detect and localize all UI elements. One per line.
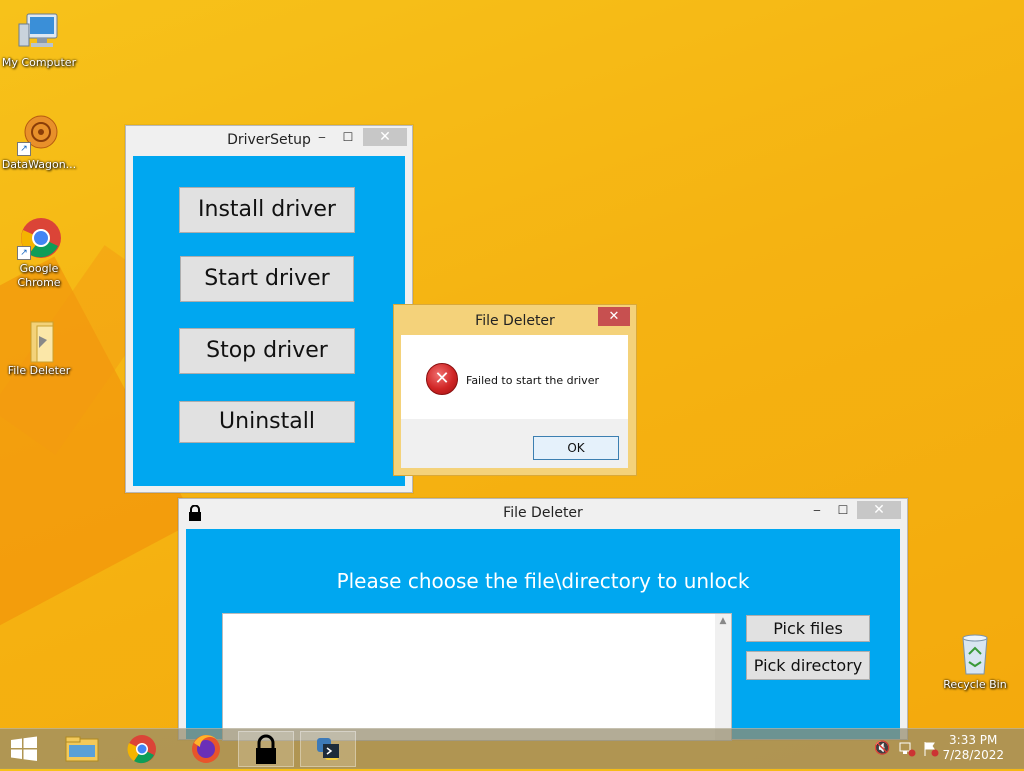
close-button[interactable]: ✕ [363, 128, 407, 146]
driver-setup-client: Install driver Start driver Stop driver … [133, 156, 405, 486]
desktop-icon-label: Google Chrome [17, 262, 61, 289]
file-list[interactable]: ▲ [222, 613, 732, 741]
file-explorer-icon [65, 736, 99, 762]
maximize-button[interactable]: ☐ [835, 501, 851, 519]
file-deleter-titlebar[interactable]: File Deleter ‒ ☐ ✕ [179, 499, 907, 527]
firefox-icon [192, 735, 220, 763]
maximize-button[interactable]: ☐ [340, 128, 356, 146]
ok-button[interactable]: OK [533, 436, 619, 460]
dialog-message: Failed to start the driver [466, 374, 599, 387]
taskbar-driver-setup[interactable] [300, 731, 356, 767]
start-driver-button[interactable]: Start driver [180, 256, 354, 302]
shortcut-arrow-icon: ↗ [17, 142, 31, 156]
error-dialog: File Deleter ✕ ✕ Failed to start the dri… [393, 304, 637, 476]
python-icon [317, 738, 339, 760]
desktop-icon-google-chrome[interactable]: ↗ Google Chrome [0, 216, 78, 290]
computer-icon [17, 10, 61, 54]
desktop-icon-label: Recycle Bin [943, 678, 1007, 691]
folder-icon [17, 318, 61, 363]
pick-files-button[interactable]: Pick files [746, 615, 870, 642]
desktop-icon-my-computer[interactable]: My Computer [0, 10, 78, 70]
desktop-icon-label: DataWagon... [1, 158, 77, 171]
shortcut-arrow-icon: ↗ [17, 246, 31, 260]
desktop-icon-datawagon[interactable]: ↗ DataWagon... [0, 112, 78, 172]
scroll-up-arrow-icon[interactable]: ▲ [715, 614, 731, 628]
minimize-button[interactable]: ‒ [809, 501, 825, 519]
driver-setup-window: DriverSetup ‒ ☐ ✕ Install driver Start d… [125, 125, 413, 493]
chrome-icon: ↗ [17, 216, 61, 260]
desktop-icon-label: File Deleter [7, 364, 71, 377]
taskbar: 🔇 3:33 PM 7/28/2022 [0, 728, 1024, 769]
stop-driver-button[interactable]: Stop driver [179, 328, 355, 374]
system-clock[interactable]: 3:33 PM 7/28/2022 [942, 733, 1004, 763]
dialog-footer: OK [401, 419, 628, 468]
action-center-flag-icon[interactable] [922, 741, 940, 761]
network-icon[interactable] [898, 741, 916, 761]
desktop-icon-file-deleter[interactable]: File Deleter [0, 318, 78, 378]
chrome-icon [127, 735, 156, 764]
desktop-icon-recycle-bin[interactable]: Recycle Bin [936, 632, 1014, 692]
taskbar-file-explorer[interactable] [54, 731, 110, 767]
lock-icon [256, 734, 276, 764]
driver-setup-titlebar[interactable]: DriverSetup ‒ ☐ ✕ [126, 126, 412, 154]
minimize-button[interactable]: ‒ [314, 128, 330, 146]
install-driver-button[interactable]: Install driver [179, 187, 355, 233]
volume-muted-icon[interactable]: 🔇 [874, 741, 890, 756]
recycle-bin-icon [953, 632, 997, 676]
dialog-body: ✕ Failed to start the driver [401, 335, 628, 419]
file-deleter-window: File Deleter ‒ ☐ ✕ Please choose the fil… [178, 498, 908, 741]
file-deleter-client: Please choose the file\directory to unlo… [186, 529, 900, 741]
scrollbar[interactable]: ▲ [715, 614, 731, 740]
error-icon: ✕ [426, 363, 458, 395]
pick-directory-button[interactable]: Pick directory [746, 651, 870, 680]
desktop-icon-label: My Computer [1, 56, 77, 69]
taskbar-firefox[interactable] [178, 731, 234, 767]
window-title: File Deleter [503, 505, 583, 521]
close-button[interactable]: ✕ [857, 501, 901, 519]
page-heading: Please choose the file\directory to unlo… [336, 569, 750, 593]
clock-time: 3:33 PM [949, 733, 998, 747]
dialog-close-button[interactable]: ✕ [598, 307, 630, 326]
clock-date: 7/28/2022 [942, 748, 1004, 762]
uninstall-button[interactable]: Uninstall [179, 401, 355, 443]
taskbar-chrome[interactable] [114, 731, 170, 767]
taskbar-file-deleter[interactable] [238, 731, 294, 767]
windows-logo-icon [11, 736, 37, 761]
start-button[interactable] [0, 731, 48, 767]
datawagon-icon: ↗ [17, 112, 61, 156]
